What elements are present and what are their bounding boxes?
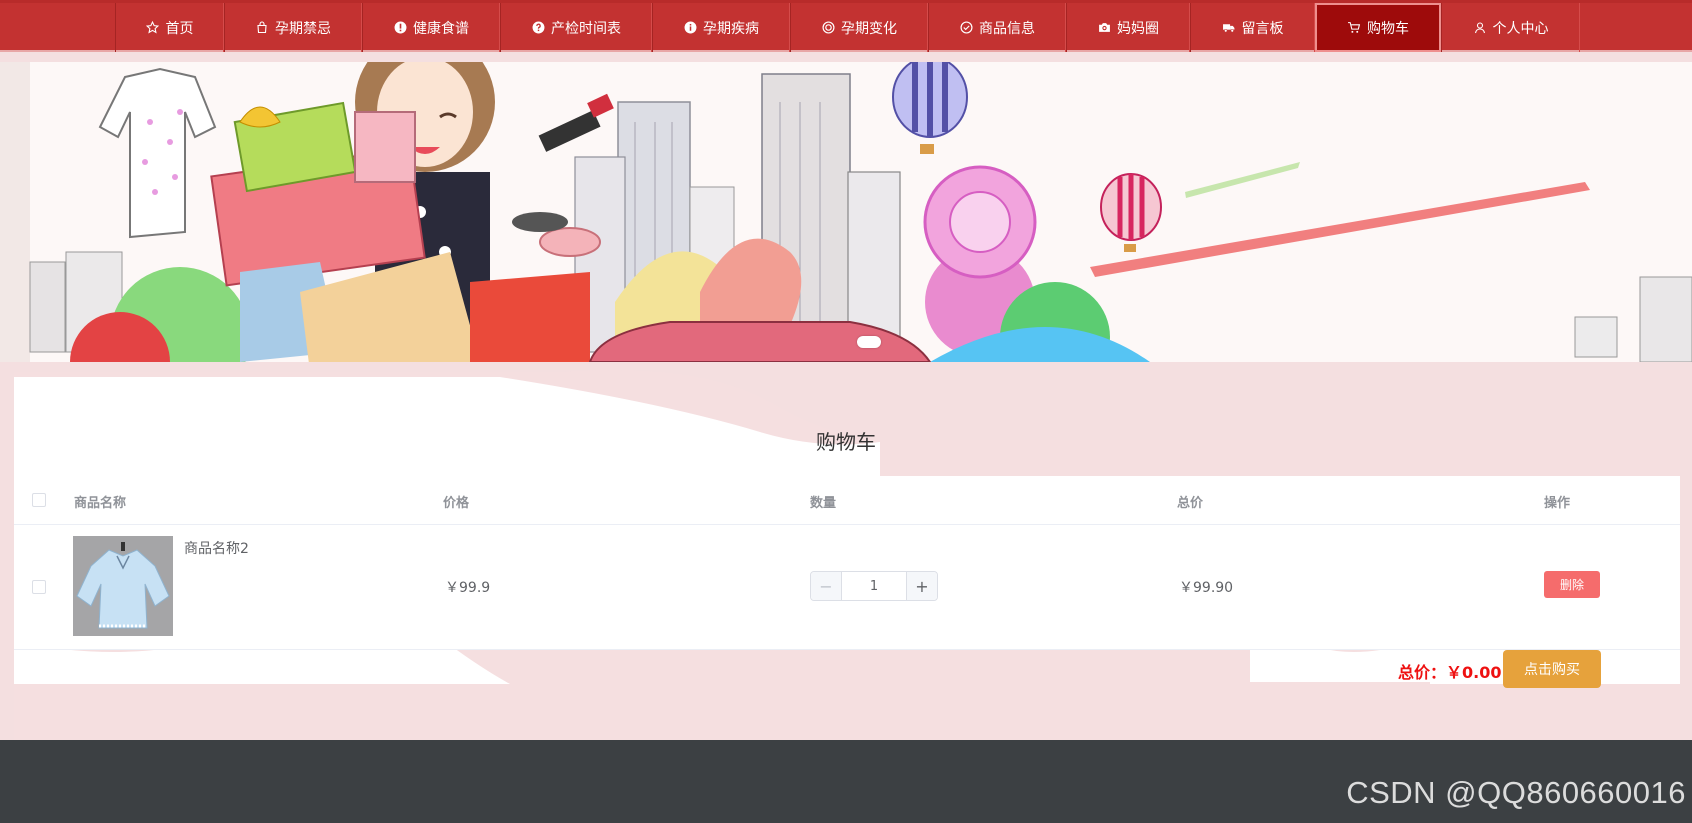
- carousel-indicator-dot[interactable]: [857, 336, 881, 348]
- check-circle-icon: [959, 21, 973, 35]
- column-header-price: 价格: [443, 496, 470, 511]
- watermark-text: CSDN @QQ860660016: [1346, 775, 1686, 810]
- hero-banner: [0, 62, 1692, 362]
- nav-item-message-board[interactable]: 留言板: [1190, 3, 1315, 52]
- product-thumbnail[interactable]: [73, 536, 173, 636]
- nav-item-mom-circle[interactable]: 妈妈圈: [1066, 3, 1190, 52]
- increase-quantity-button[interactable]: +: [906, 572, 937, 600]
- select-all-checkbox[interactable]: [32, 493, 46, 507]
- bag-icon: [255, 21, 269, 35]
- nav-item-healthy-recipes[interactable]: 健康食谱: [362, 3, 500, 52]
- nav-item-shopping-cart[interactable]: 购物车: [1315, 3, 1441, 52]
- nav-item-pregnancy-changes[interactable]: 孕期变化: [790, 3, 928, 52]
- nav-item-label: 孕期疾病: [703, 20, 759, 37]
- nav-item-home[interactable]: 首页: [115, 3, 224, 52]
- column-header-subtotal: 总价: [1177, 496, 1204, 511]
- cart-icon: [1347, 21, 1361, 35]
- column-header-action: 操作: [1544, 496, 1571, 511]
- cart-total: 总价：￥0.00: [1398, 659, 1502, 683]
- nav-item-label: 妈妈圈: [1117, 20, 1159, 37]
- total-label: 总价：: [1398, 663, 1447, 682]
- cart-table: 商品名称 价格 数量 总价 操作 商品名称2 ￥99.9 − + ￥99.90 …: [14, 476, 1680, 650]
- nav-item-label: 个人中心: [1492, 20, 1549, 37]
- total-value: ￥0.00: [1446, 663, 1502, 682]
- product-name[interactable]: 商品名称2: [184, 538, 249, 558]
- user-icon: [1473, 21, 1487, 35]
- decrease-quantity-button[interactable]: −: [811, 572, 842, 600]
- quantity-input[interactable]: [842, 572, 906, 600]
- nav-item-label: 留言板: [1241, 20, 1284, 37]
- banner-illustration: [0, 62, 1692, 362]
- nav-item-personal-center[interactable]: 个人中心: [1441, 3, 1580, 52]
- top-nav-bar: 首页 孕期禁忌 健康食谱 产检时间表 孕期疾病 孕期变化 商品信息 妈妈圈 留言…: [0, 0, 1692, 52]
- row-checkbox[interactable]: [32, 580, 46, 594]
- product-price: ￥99.9: [445, 580, 491, 596]
- quantity-stepper: − +: [810, 571, 938, 601]
- column-header-quantity: 数量: [810, 496, 837, 511]
- camera-icon: [1097, 21, 1111, 35]
- star-icon: [146, 21, 160, 35]
- nav-item-label: 首页: [165, 20, 194, 37]
- nav-item-label: 购物车: [1367, 20, 1409, 37]
- page-title: 购物车: [816, 430, 876, 454]
- nav-item-label: 孕期变化: [841, 20, 897, 37]
- table-row: 商品名称2 ￥99.9 − + ￥99.90 删除: [14, 525, 1680, 650]
- nav-item-checkup-schedule[interactable]: 产检时间表: [500, 3, 652, 52]
- table-header: 商品名称 价格 数量 总价 操作: [14, 476, 1680, 525]
- nav-menu: 首页 孕期禁忌 健康食谱 产检时间表 孕期疾病 孕期变化 商品信息 妈妈圈 留言…: [115, 3, 1580, 52]
- warning-icon: [393, 21, 407, 35]
- truck-icon: [1222, 21, 1236, 35]
- target-icon: [821, 21, 835, 35]
- nav-item-label: 商品信息: [979, 20, 1035, 37]
- product-subtotal: ￥99.90: [1179, 580, 1234, 596]
- nav-item-pregnancy-diseases[interactable]: 孕期疾病: [652, 3, 790, 52]
- question-icon: [531, 21, 545, 35]
- nav-item-pregnancy-taboo[interactable]: 孕期禁忌: [224, 3, 362, 52]
- nav-item-label: 健康食谱: [413, 20, 469, 37]
- nav-item-label: 产检时间表: [551, 20, 621, 37]
- delete-button[interactable]: 删除: [1544, 571, 1600, 598]
- nav-item-label: 孕期禁忌: [275, 20, 331, 37]
- checkout-button[interactable]: 点击购买: [1503, 650, 1601, 688]
- info-icon: [683, 21, 697, 35]
- product-image: [73, 536, 173, 636]
- nav-item-product-info[interactable]: 商品信息: [928, 3, 1066, 52]
- column-header-name: 商品名称: [74, 496, 127, 511]
